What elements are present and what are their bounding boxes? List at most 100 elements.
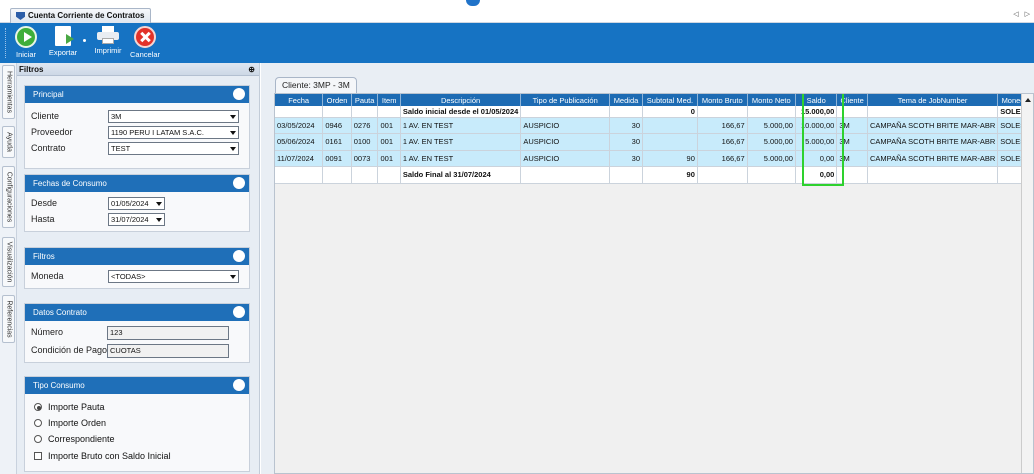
collapse-toggle-icon[interactable] — [233, 250, 245, 262]
cell-fecha[interactable]: 11/07/2024 — [275, 150, 324, 167]
window-tab[interactable]: Cuenta Corriente de Contratos — [10, 8, 152, 23]
table-row[interactable]: 11/07/2024 0091 0073 001 1 AV. EN TEST AUSPIC… — [275, 150, 1033, 167]
column-header-item[interactable]: Item — [377, 94, 401, 106]
pin-icon[interactable]: ⊕ — [248, 63, 255, 76]
moneda-select[interactable]: <TODAS> — [108, 270, 239, 283]
cell-medida[interactable]: 30 — [609, 133, 643, 151]
table-row[interactable]: Saldo Final al 31/07/2024 90 0,00 — [275, 166, 1033, 184]
numero-field[interactable]: 123 — [107, 326, 229, 340]
cell-monto-neto[interactable]: 5.000,00 — [747, 150, 796, 167]
cell-fecha[interactable]: 05/06/2024 — [275, 133, 324, 151]
cell-orden[interactable] — [322, 166, 352, 184]
cliente-select[interactable]: 3M — [108, 110, 239, 123]
cell-tema-de-jobnumber[interactable]: CAMPAÑA SCOTH BRITE MAR-ABR — [867, 150, 999, 167]
group-tipo-consumo-header[interactable]: Tipo Consumo — [25, 377, 249, 394]
cell-saldo[interactable]: 15.000,00 — [795, 106, 838, 118]
column-header-cliente[interactable]: Cliente — [836, 94, 868, 106]
iniciar-button[interactable]: Iniciar — [12, 26, 40, 60]
cell-descripci-n[interactable]: 1 AV. EN TEST — [400, 133, 522, 151]
radio-importe-pauta[interactable]: Importe Pauta — [34, 402, 105, 412]
collapse-toggle-icon[interactable] — [233, 379, 245, 391]
cell-tema-de-jobnumber[interactable]: CAMPAÑA SCOTH BRITE MAR-ABR — [867, 117, 999, 134]
vertical-scrollbar[interactable] — [1021, 106, 1033, 473]
group-fechas-header[interactable]: Fechas de Consumo — [25, 175, 249, 192]
client-tab[interactable]: Cliente: 3MP - 3M — [275, 77, 357, 93]
cell-pauta[interactable]: 0100 — [351, 133, 379, 151]
tab-visualizacion[interactable]: Visualización — [2, 237, 15, 287]
cell-descripci-n[interactable]: Saldo inicial desde el 01/05/2024 — [400, 106, 522, 118]
cell-monto-bruto[interactable]: 166,67 — [697, 150, 748, 167]
cell-tipo-de-publicaci-n[interactable]: AUSPICIO — [520, 133, 610, 151]
tab-herramientas[interactable]: Herramientas — [2, 65, 15, 119]
cell-item[interactable] — [377, 166, 401, 184]
cell-tipo-de-publicaci-n[interactable] — [520, 166, 610, 184]
cell-saldo[interactable]: 5.000,00 — [795, 133, 838, 151]
column-header-monto-bruto[interactable]: Monto Bruto — [697, 94, 748, 106]
cell-tipo-de-publicaci-n[interactable] — [520, 106, 610, 118]
cell-orden[interactable]: 0161 — [322, 133, 352, 151]
cell-subtotal-med-[interactable]: 0 — [642, 106, 698, 118]
cell-item[interactable]: 001 — [377, 133, 401, 151]
group-datos-contrato-header[interactable]: Datos Contrato — [25, 304, 249, 321]
cell-cliente[interactable] — [836, 166, 868, 184]
radio-importe-orden[interactable]: Importe Orden — [34, 418, 106, 428]
cell-item[interactable] — [377, 106, 401, 118]
cell-item[interactable]: 001 — [377, 150, 401, 167]
cell-monto-bruto[interactable]: 166,67 — [697, 117, 748, 134]
cell-item[interactable]: 001 — [377, 117, 401, 134]
cell-fecha[interactable] — [275, 106, 324, 118]
cell-tema-de-jobnumber[interactable] — [867, 166, 999, 184]
cell-pauta[interactable]: 0073 — [351, 150, 379, 167]
group-principal-header[interactable]: Principal — [25, 86, 249, 103]
cell-monto-bruto[interactable]: 166,67 — [697, 133, 748, 151]
proveedor-select[interactable]: 1190 PERU I LATAM S.A.C. — [108, 126, 239, 139]
cell-cliente[interactable]: 3M — [836, 150, 868, 167]
tab-referencias[interactable]: Referencias — [2, 295, 15, 343]
tab-configuraciones[interactable]: Configuraciones — [2, 166, 15, 228]
cell-tema-de-jobnumber[interactable] — [867, 106, 999, 118]
column-header-orden[interactable]: Orden — [322, 94, 352, 106]
cell-fecha[interactable] — [275, 166, 324, 184]
cell-descripci-n[interactable]: 1 AV. EN TEST — [400, 150, 522, 167]
column-header-tema-de-jobnumber[interactable]: Tema de JobNumber — [867, 94, 999, 106]
tab-ayuda[interactable]: Ayuda — [2, 126, 15, 158]
cell-tipo-de-publicaci-n[interactable]: AUSPICIO — [520, 150, 610, 167]
cell-monto-bruto[interactable] — [697, 106, 748, 118]
cell-orden[interactable]: 0946 — [322, 117, 352, 134]
radio-correspondiente[interactable]: Correspondiente — [34, 434, 115, 444]
imprimir-button[interactable]: Imprimir — [92, 26, 124, 60]
cell-descripci-n[interactable]: Saldo Final al 31/07/2024 — [400, 166, 522, 184]
cell-orden[interactable]: 0091 — [322, 150, 352, 167]
desde-date-picker[interactable]: 01/05/2024 — [108, 197, 165, 210]
hasta-date-picker[interactable]: 31/07/2024 — [108, 213, 165, 226]
cell-monto-neto[interactable]: 5.000,00 — [747, 133, 796, 151]
column-header-subtotal-med-[interactable]: Subtotal Med. — [642, 94, 698, 106]
group-filtros-header[interactable]: Filtros — [25, 248, 249, 265]
cell-saldo[interactable]: 0,00 — [795, 150, 838, 167]
cell-monto-neto[interactable] — [747, 106, 796, 118]
column-header-tipo-de-publicaci-n[interactable]: Tipo de Publicación — [520, 94, 610, 106]
collapse-toggle-icon[interactable] — [233, 177, 245, 189]
column-header-descripci-n[interactable]: Descripción — [400, 94, 522, 106]
export-dropdown-icon[interactable] — [83, 39, 86, 42]
cell-medida[interactable]: 30 — [609, 150, 643, 167]
cell-tipo-de-publicaci-n[interactable]: AUSPICIO — [520, 117, 610, 134]
cell-cliente[interactable]: 3M — [836, 117, 868, 134]
cell-fecha[interactable]: 03/05/2024 — [275, 117, 324, 134]
column-header-medida[interactable]: Medida — [609, 94, 643, 106]
condicion-field[interactable]: CUOTAS — [107, 344, 229, 358]
cell-monto-bruto[interactable] — [697, 166, 748, 184]
cell-cliente[interactable]: 3M — [836, 133, 868, 151]
toolbar-grip[interactable] — [5, 28, 7, 58]
collapse-toggle-icon[interactable] — [233, 306, 245, 318]
table-row[interactable]: 05/06/2024 0161 0100 001 1 AV. EN TEST AUSPIC… — [275, 133, 1033, 151]
cancelar-button[interactable]: Cancelar — [128, 26, 162, 60]
cell-cliente[interactable] — [836, 106, 868, 118]
cell-medida[interactable]: 30 — [609, 117, 643, 134]
cell-subtotal-med-[interactable]: 90 — [642, 166, 698, 184]
collapse-toggle-icon[interactable] — [233, 88, 245, 100]
cell-pauta[interactable] — [351, 166, 379, 184]
cell-tema-de-jobnumber[interactable]: CAMPAÑA SCOTH BRITE MAR-ABR — [867, 133, 999, 151]
contrato-select[interactable]: TEST — [108, 142, 239, 155]
cell-medida[interactable] — [609, 106, 643, 118]
